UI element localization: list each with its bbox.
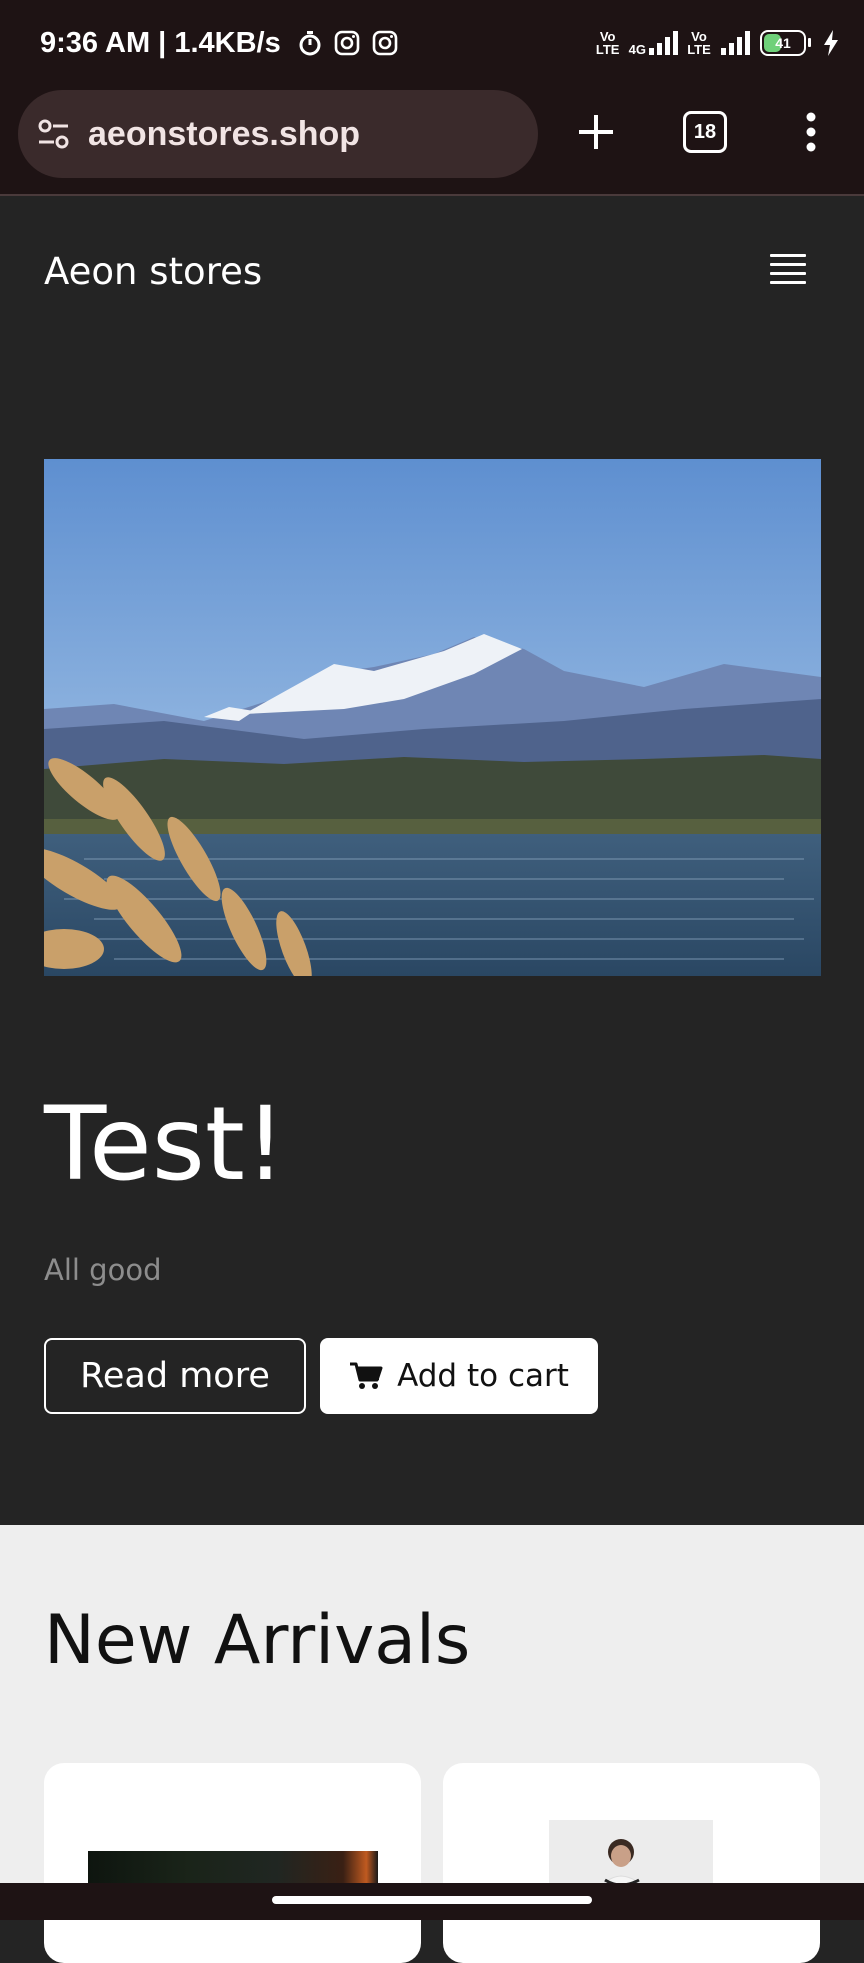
browser-menu-button[interactable] [787, 108, 835, 156]
section-heading: New Arrivals [44, 1601, 471, 1680]
network-type: 4G [628, 42, 646, 57]
new-arrivals-section: New Arrivals [0, 1525, 864, 1963]
plus-icon [579, 115, 613, 149]
volte-indicator: Vo LTE [687, 29, 711, 57]
gesture-nav-bar [0, 1883, 864, 1920]
browser-toolbar: aeonstores.shop 18 [0, 86, 864, 196]
volte-indicator: Vo LTE [595, 29, 620, 57]
instagram-icon [334, 30, 360, 56]
time-speed: 9:36 AM | 1.4KB/s [40, 26, 281, 59]
battery-icon: 41 [760, 30, 811, 56]
tab-switcher-button[interactable]: 18 [681, 108, 729, 156]
tab-count: 18 [683, 111, 727, 153]
hero-subtitle: All good [44, 1253, 162, 1287]
cart-icon [350, 1362, 383, 1389]
hamburger-menu-icon[interactable] [770, 254, 806, 286]
timer-icon [299, 31, 321, 56]
battery-level: 41 [775, 35, 791, 51]
landscape-image [44, 459, 821, 976]
more-vert-icon [806, 112, 816, 152]
site-header: Aeon stores [0, 198, 864, 348]
notification-icons [297, 29, 399, 57]
url-text[interactable]: aeonstores.shop [88, 115, 360, 154]
status-left: 9:36 AM | 1.4KB/s [40, 22, 399, 64]
new-tab-button[interactable] [572, 108, 620, 156]
product-card[interactable] [44, 1763, 421, 1963]
instagram-icon [372, 30, 398, 56]
read-more-button[interactable]: Read more [44, 1338, 306, 1414]
site-brand[interactable]: Aeon stores [44, 250, 262, 293]
charging-icon [824, 30, 838, 56]
hero-image [44, 459, 821, 976]
site-settings-icon[interactable] [36, 116, 72, 152]
product-card[interactable] [443, 1763, 820, 1963]
add-to-cart-label: Add to cart [397, 1358, 569, 1394]
signal-icon [721, 31, 750, 55]
address-bar[interactable]: aeonstores.shop [18, 90, 538, 178]
signal-icon [649, 31, 678, 55]
signal-group-1: 4G [629, 30, 678, 56]
home-gesture-handle[interactable] [272, 1896, 592, 1904]
status-bar: 9:36 AM | 1.4KB/s Vo LTE 4G Vo LTE 41 [0, 0, 864, 86]
hero-title: Test! [44, 1085, 286, 1204]
status-right: Vo LTE 4G Vo LTE 41 [595, 22, 840, 64]
add-to-cart-button[interactable]: Add to cart [320, 1338, 598, 1414]
